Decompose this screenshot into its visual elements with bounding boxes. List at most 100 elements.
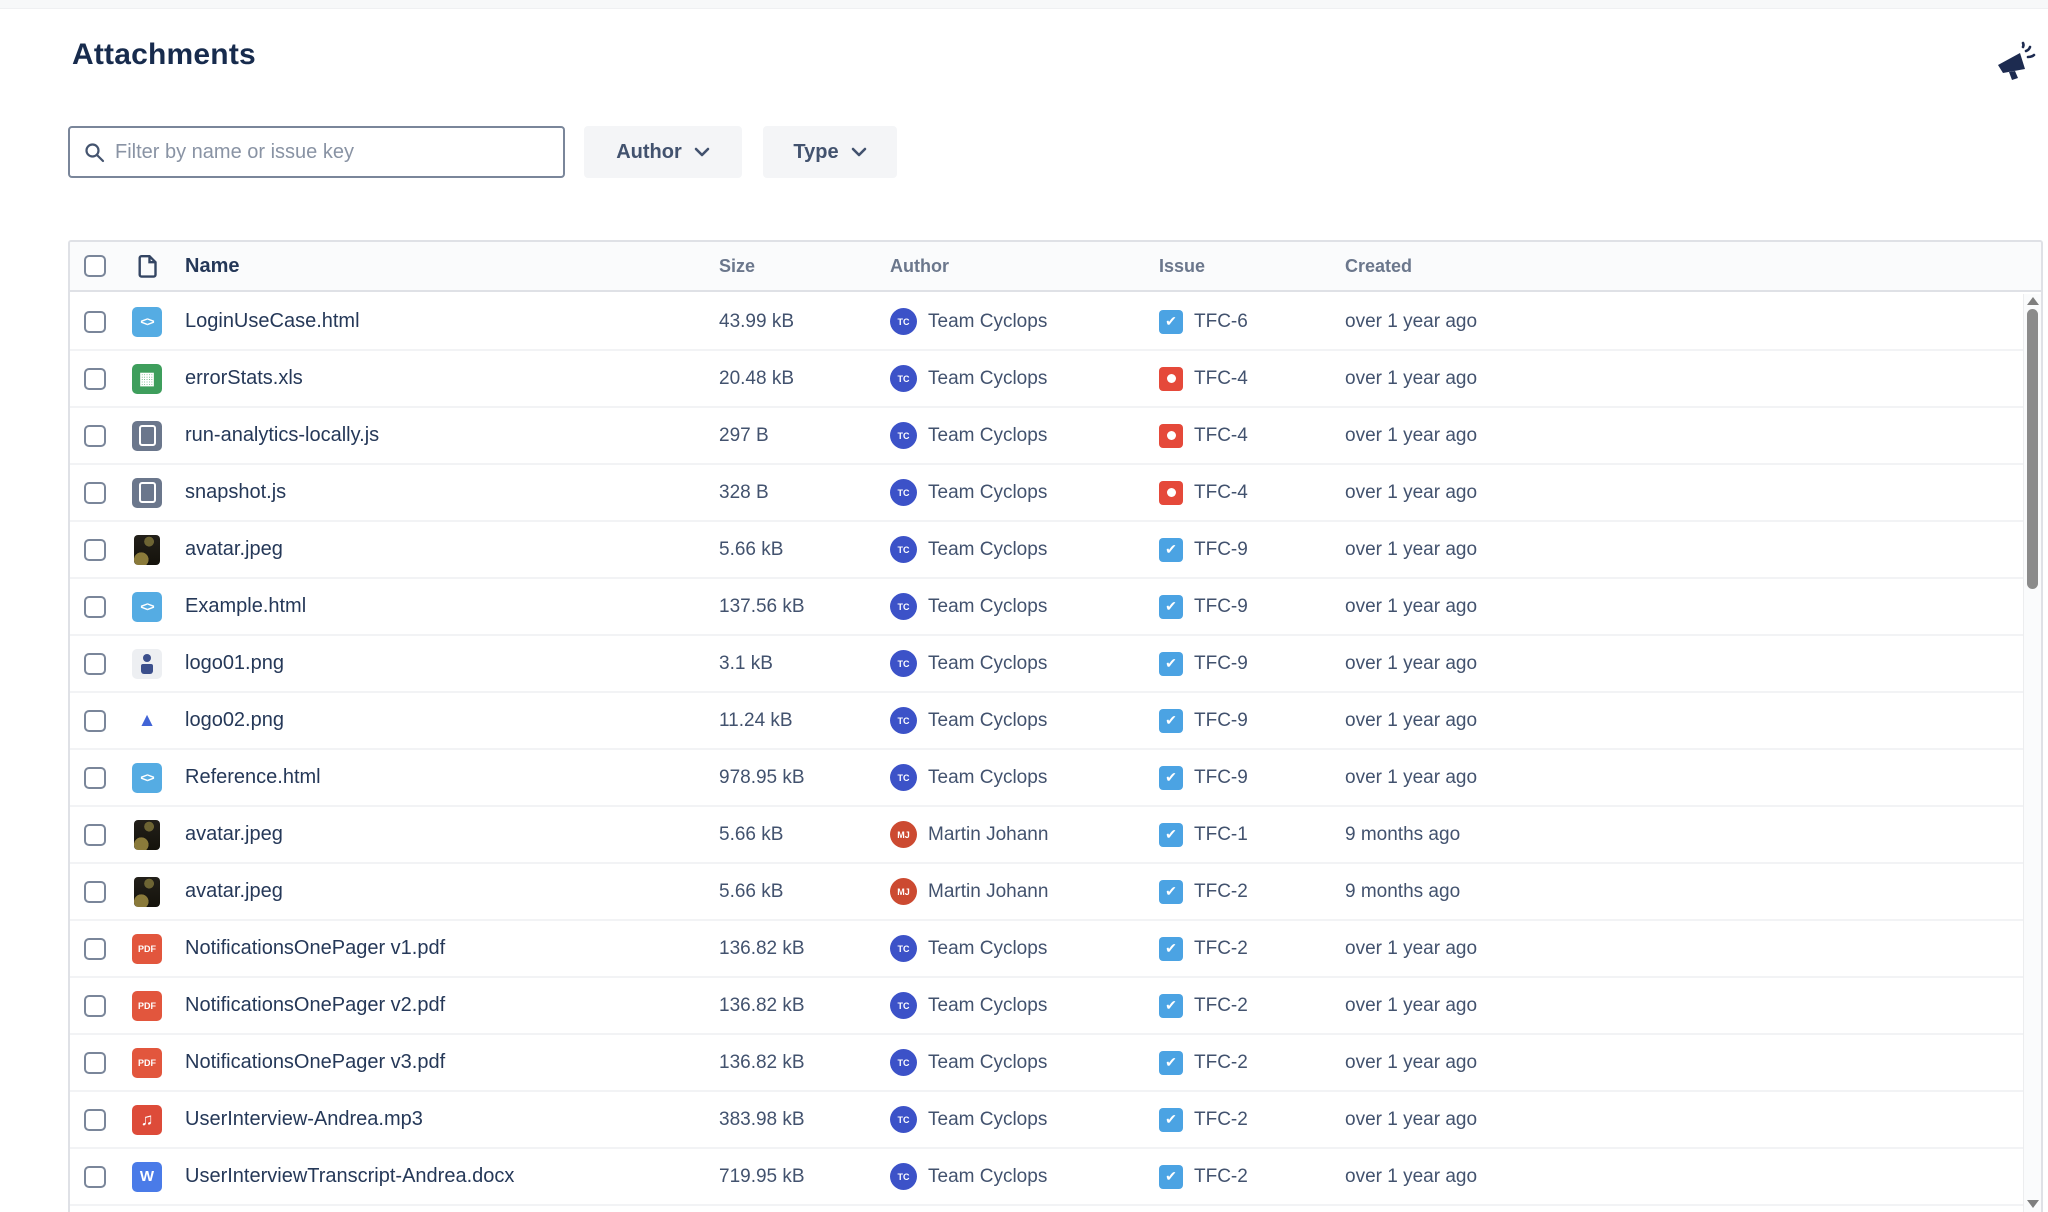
row-checkbox[interactable] (84, 368, 106, 390)
author-name: Team Cyclops (928, 710, 1047, 732)
author-avatar: TC (890, 422, 917, 449)
column-header-author: Author (890, 256, 1159, 277)
file-name-link[interactable]: Reference.html (176, 766, 719, 789)
search-icon (84, 142, 105, 163)
file-size: 11.24 kB (719, 710, 890, 732)
file-name-link[interactable]: avatar.jpeg (176, 538, 719, 561)
file-name-link[interactable]: LoginUseCase.html (176, 310, 719, 333)
file-type-column-header (118, 254, 176, 278)
issue-key-link[interactable]: TFC-9 (1194, 710, 1248, 732)
row-checkbox[interactable] (84, 938, 106, 960)
author-avatar: MJ (890, 878, 917, 905)
issue-key-link[interactable]: TFC-4 (1194, 368, 1248, 390)
author-filter-button[interactable]: Author (584, 126, 742, 178)
file-name-link[interactable]: Example.html (176, 595, 719, 618)
created-date: over 1 year ago (1345, 710, 2023, 732)
issue-key-link[interactable]: TFC-6 (1194, 311, 1248, 333)
issue-type-icon: ✔ (1159, 766, 1183, 790)
row-checkbox[interactable] (84, 539, 106, 561)
row-checkbox[interactable] (84, 1109, 106, 1131)
scrollbar-up-arrow[interactable] (2027, 297, 2039, 305)
issue-key-link[interactable]: TFC-9 (1194, 653, 1248, 675)
created-date: over 1 year ago (1345, 596, 2023, 618)
file-name-link[interactable]: run-analytics-locally.js (176, 424, 719, 447)
author-name: Team Cyclops (928, 1109, 1047, 1131)
table-row[interactable]: ▲ logo02.png 11.24 kB TC Team Cyclops ✔ … (70, 693, 2023, 750)
scrollbar-thumb[interactable] (2027, 309, 2038, 589)
author-name: Team Cyclops (928, 368, 1047, 390)
author-name: Team Cyclops (928, 653, 1047, 675)
issue-key-link[interactable]: TFC-4 (1194, 425, 1248, 447)
file-name-link[interactable]: NotificationsOnePager v2.pdf (176, 994, 719, 1017)
author-avatar: TC (890, 1163, 917, 1190)
issue-key-link[interactable]: TFC-2 (1194, 1052, 1248, 1074)
table-row[interactable]: ♫ UserInterview-Andrea.mp3 383.98 kB TC … (70, 1092, 2023, 1149)
row-checkbox[interactable] (84, 710, 106, 732)
table-row[interactable]: snapshot.js 328 B TC Team Cyclops TFC-4 … (70, 465, 2023, 522)
filter-search-input[interactable] (115, 141, 549, 164)
table-row[interactable]: PDF NotificationsOnePager v2.pdf 136.82 … (70, 978, 2023, 1035)
issue-key-link[interactable]: TFC-4 (1194, 482, 1248, 504)
row-checkbox[interactable] (84, 881, 106, 903)
created-date: over 1 year ago (1345, 1109, 2023, 1131)
file-name-link[interactable]: avatar.jpeg (176, 823, 719, 846)
file-size: 978.95 kB (719, 767, 890, 789)
table-row[interactable]: <> LoginUseCase.html 43.99 kB TC Team Cy… (70, 294, 2023, 351)
table-row[interactable]: logo01.png 3.1 kB TC Team Cyclops ✔ TFC-… (70, 636, 2023, 693)
issue-key-link[interactable]: TFC-1 (1194, 824, 1248, 846)
file-name-link[interactable]: snapshot.js (176, 481, 719, 504)
table-row[interactable]: <> Example.html 137.56 kB TC Team Cyclop… (70, 579, 2023, 636)
vertical-scrollbar[interactable] (2023, 294, 2041, 1212)
table-row[interactable]: ▦ errorStats.xls 20.48 kB TC Team Cyclop… (70, 351, 2023, 408)
author-avatar: TC (890, 479, 917, 506)
select-all-checkbox[interactable] (84, 255, 106, 277)
file-size: 328 B (719, 482, 890, 504)
author-avatar: TC (890, 1106, 917, 1133)
table-row[interactable]: PDF NotificationsOnePager v3.pdf 136.82 … (70, 1035, 2023, 1092)
scrollbar-down-arrow[interactable] (2027, 1200, 2039, 1208)
row-checkbox[interactable] (84, 995, 106, 1017)
file-name-link[interactable]: logo02.png (176, 709, 719, 732)
file-name-link[interactable]: NotificationsOnePager v3.pdf (176, 1051, 719, 1074)
row-checkbox[interactable] (84, 1052, 106, 1074)
file-name-link[interactable]: logo01.png (176, 652, 719, 675)
announcement-button[interactable] (1990, 40, 2038, 84)
table-row[interactable]: avatar.jpeg 5.66 kB MJ Martin Johann ✔ T… (70, 864, 2023, 921)
type-filter-label: Type (793, 141, 838, 164)
file-name-link[interactable]: UserInterviewTranscript-Andrea.docx (176, 1165, 719, 1188)
row-checkbox[interactable] (84, 596, 106, 618)
row-checkbox[interactable] (84, 824, 106, 846)
attachments-table: Name Size Author Issue Created <> LoginU… (68, 240, 2043, 1212)
issue-key-link[interactable]: TFC-9 (1194, 596, 1248, 618)
table-row[interactable]: avatar.jpeg 5.66 kB MJ Martin Johann ✔ T… (70, 807, 2023, 864)
file-name-link[interactable]: errorStats.xls (176, 367, 719, 390)
file-name-link[interactable]: avatar.jpeg (176, 880, 719, 903)
issue-key-link[interactable]: TFC-2 (1194, 1166, 1248, 1188)
issue-key-link[interactable]: TFC-2 (1194, 938, 1248, 960)
table-row[interactable]: W UserInterviewTranscript-Andrea.docx 71… (70, 1149, 2023, 1206)
file-size: 5.66 kB (719, 539, 890, 561)
table-row[interactable]: avatar.jpeg 5.66 kB TC Team Cyclops ✔ TF… (70, 522, 2023, 579)
file-name-link[interactable]: UserInterview-Andrea.mp3 (176, 1108, 719, 1131)
table-row[interactable]: run-analytics-locally.js 297 B TC Team C… (70, 408, 2023, 465)
row-checkbox[interactable] (84, 311, 106, 333)
file-name-link[interactable]: NotificationsOnePager v1.pdf (176, 937, 719, 960)
issue-key-link[interactable]: TFC-9 (1194, 539, 1248, 561)
file-type-icon: ♫ (132, 1105, 162, 1135)
issue-key-link[interactable]: TFC-2 (1194, 995, 1248, 1017)
issue-key-link[interactable]: TFC-2 (1194, 1109, 1248, 1131)
issue-key-link[interactable]: TFC-2 (1194, 881, 1248, 903)
row-checkbox[interactable] (84, 1166, 106, 1188)
issue-key-link[interactable]: TFC-9 (1194, 767, 1248, 789)
row-checkbox[interactable] (84, 425, 106, 447)
file-size: 719.95 kB (719, 1166, 890, 1188)
table-row[interactable]: <> Reference.html 978.95 kB TC Team Cycl… (70, 750, 2023, 807)
type-filter-button[interactable]: Type (763, 126, 897, 178)
issue-type-icon: ✔ (1159, 994, 1183, 1018)
row-checkbox[interactable] (84, 653, 106, 675)
table-row[interactable]: PDF NotificationsOnePager v1.pdf 136.82 … (70, 921, 2023, 978)
row-checkbox[interactable] (84, 767, 106, 789)
row-checkbox[interactable] (84, 482, 106, 504)
table-header-row: Name Size Author Issue Created (70, 242, 2041, 292)
author-avatar: TC (890, 650, 917, 677)
